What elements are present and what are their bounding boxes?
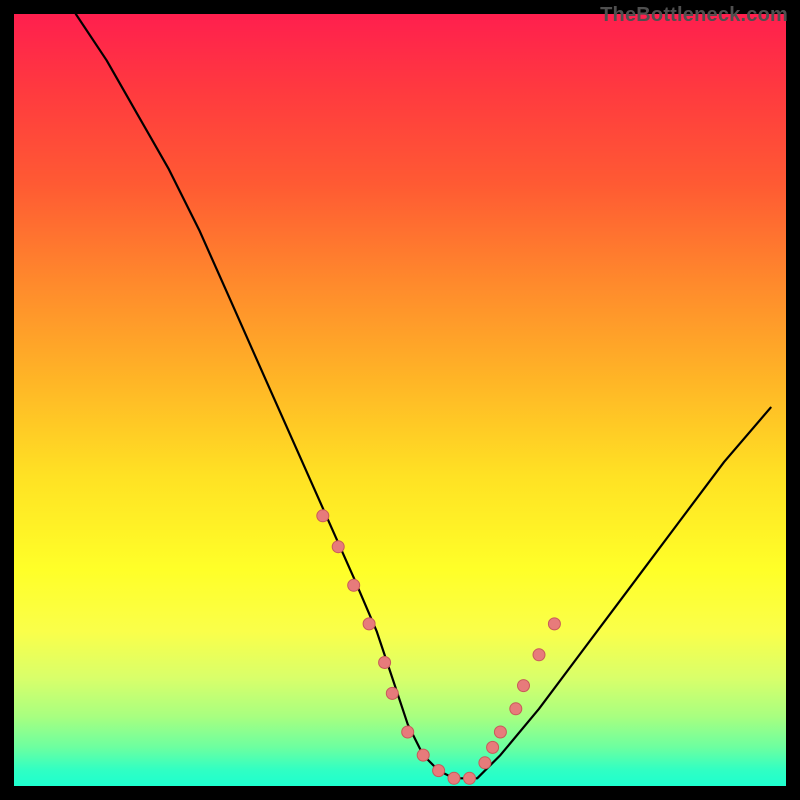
data-marker bbox=[448, 772, 460, 784]
chart-stage: TheBottleneck.com bbox=[0, 0, 800, 800]
data-marker bbox=[487, 741, 499, 753]
marker-group bbox=[317, 510, 561, 785]
data-marker bbox=[317, 510, 329, 522]
curve-line bbox=[76, 14, 771, 778]
data-marker bbox=[479, 757, 491, 769]
data-marker bbox=[379, 657, 391, 669]
data-marker bbox=[510, 703, 522, 715]
plot-area bbox=[14, 14, 786, 786]
data-marker bbox=[332, 541, 344, 553]
data-marker bbox=[548, 618, 560, 630]
data-marker bbox=[433, 765, 445, 777]
data-marker bbox=[348, 579, 360, 591]
watermark-text: TheBottleneck.com bbox=[600, 4, 788, 27]
data-marker bbox=[518, 680, 530, 692]
data-marker bbox=[417, 749, 429, 761]
data-marker bbox=[533, 649, 545, 661]
data-marker bbox=[494, 726, 506, 738]
data-marker bbox=[402, 726, 414, 738]
chart-svg bbox=[14, 14, 786, 786]
data-marker bbox=[464, 772, 476, 784]
data-marker bbox=[386, 687, 398, 699]
data-marker bbox=[363, 618, 375, 630]
